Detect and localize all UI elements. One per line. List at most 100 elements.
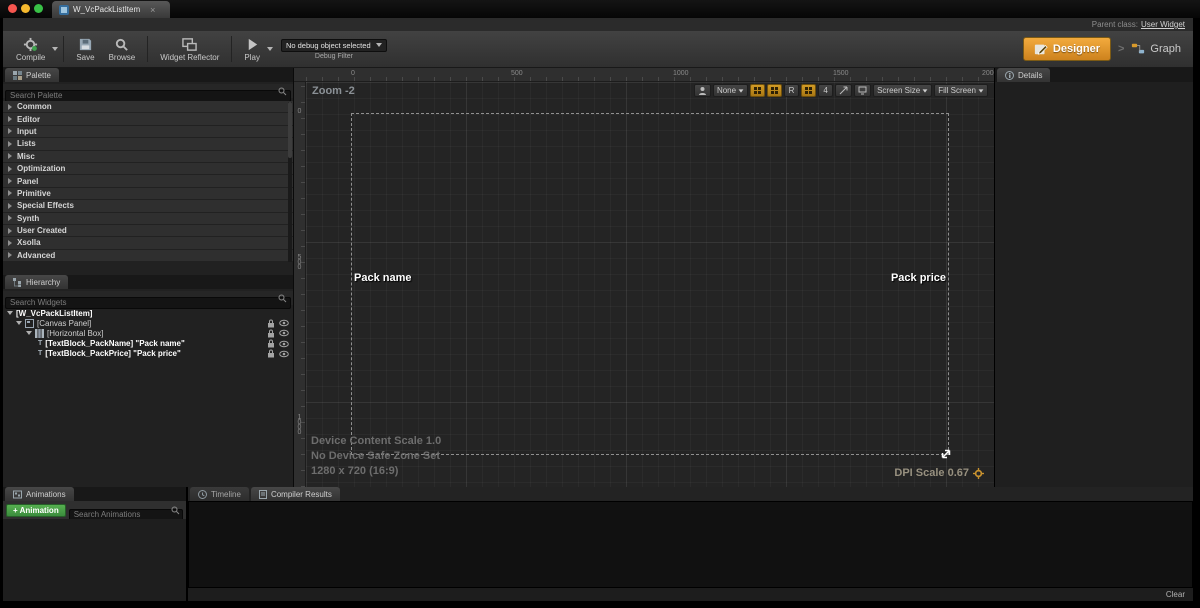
translation-snap-toggle[interactable] bbox=[750, 84, 765, 97]
grid-snap-toggle[interactable] bbox=[801, 84, 816, 97]
maximize-window-button[interactable] bbox=[34, 4, 43, 13]
collapse-arrow-icon[interactable] bbox=[16, 321, 22, 325]
palette-category-advanced[interactable]: Advanced bbox=[3, 250, 293, 262]
transform-mode-button[interactable] bbox=[835, 84, 852, 97]
rotation-snap-button[interactable]: R bbox=[784, 84, 799, 97]
clear-log-button[interactable]: Clear bbox=[1166, 590, 1185, 599]
expand-arrow-icon[interactable] bbox=[8, 203, 12, 209]
play-options-dropdown-icon[interactable] bbox=[267, 47, 273, 51]
hierarchy-item-root[interactable]: [W_VcPackListItem] bbox=[3, 308, 293, 318]
palette-tab-label: Palette bbox=[26, 71, 51, 80]
graph-nodes-icon bbox=[1131, 42, 1145, 56]
graph-mode-button[interactable]: Graph bbox=[1131, 42, 1181, 56]
window-titlebar: W_VcPackListItem × bbox=[0, 0, 1200, 18]
expand-arrow-icon[interactable] bbox=[8, 215, 12, 221]
editor-mode-switcher: Designer > Graph bbox=[1023, 37, 1187, 61]
tab-timeline[interactable]: Timeline bbox=[190, 487, 249, 501]
minimize-window-button[interactable] bbox=[21, 4, 30, 13]
eye-icon[interactable] bbox=[279, 319, 289, 327]
localization-preview-button[interactable] bbox=[694, 84, 711, 97]
collapse-arrow-icon[interactable] bbox=[26, 331, 32, 335]
tab-hierarchy[interactable]: Hierarchy bbox=[5, 275, 68, 289]
tab-details[interactable]: Details bbox=[997, 68, 1050, 82]
palette-category-user-created[interactable]: User Created bbox=[3, 225, 293, 237]
browse-button[interactable]: Browse bbox=[102, 32, 143, 66]
expand-arrow-icon[interactable] bbox=[8, 116, 12, 122]
scrollbar-thumb[interactable] bbox=[288, 102, 292, 158]
palette-search-input[interactable] bbox=[5, 90, 291, 102]
expand-arrow-icon[interactable] bbox=[8, 141, 12, 147]
debug-object-dropdown[interactable]: No debug object selected bbox=[281, 39, 387, 52]
hierarchy-item-textblock-packprice[interactable]: T [TextBlock_PackPrice] "Pack price" bbox=[3, 349, 293, 359]
expand-arrow-icon[interactable] bbox=[8, 178, 12, 184]
pack-name-textblock[interactable]: Pack name bbox=[354, 272, 411, 284]
eye-icon[interactable] bbox=[279, 340, 289, 348]
preview-monitor-button[interactable] bbox=[854, 84, 871, 97]
palette-category-synth[interactable]: Synth bbox=[3, 213, 293, 225]
palette-category-optimization[interactable]: Optimization bbox=[3, 163, 293, 175]
compiler-results-log[interactable] bbox=[188, 501, 1193, 588]
ruler-label: 1500 bbox=[833, 70, 849, 77]
fill-screen-dropdown[interactable]: Fill Screen bbox=[934, 84, 988, 97]
hierarchy-item-horizontal-box[interactable]: [Horizontal Box] bbox=[3, 328, 293, 338]
resize-handle-icon[interactable] bbox=[939, 447, 953, 461]
tab-palette[interactable]: Palette bbox=[5, 68, 59, 82]
play-button[interactable]: Play bbox=[237, 32, 267, 66]
expand-arrow-icon[interactable] bbox=[8, 104, 12, 110]
tab-animations[interactable]: Animations bbox=[5, 487, 74, 501]
palette-category-primitive[interactable]: Primitive bbox=[3, 188, 293, 200]
hierarchy-search-input[interactable] bbox=[5, 297, 291, 309]
expand-arrow-icon[interactable] bbox=[8, 252, 12, 258]
palette-category-special-effects[interactable]: Special Effects bbox=[3, 200, 293, 212]
hierarchy-item-label: [Horizontal Box] bbox=[47, 329, 103, 338]
palette-scrollbar[interactable] bbox=[288, 102, 292, 262]
lock-icon[interactable] bbox=[267, 319, 275, 328]
expand-arrow-icon[interactable] bbox=[8, 128, 12, 134]
expand-arrow-icon[interactable] bbox=[8, 228, 12, 234]
grid-size-button[interactable]: 4 bbox=[818, 84, 833, 97]
palette-category-input[interactable]: Input bbox=[3, 126, 293, 138]
palette-category-xsolla[interactable]: Xsolla bbox=[3, 237, 293, 249]
collapse-arrow-icon[interactable] bbox=[7, 311, 13, 315]
widget-reflector-button[interactable]: Widget Reflector bbox=[153, 32, 226, 66]
compile-options-dropdown-icon[interactable] bbox=[52, 47, 58, 51]
eye-icon[interactable] bbox=[279, 350, 289, 358]
asset-tab-title: W_VcPackListItem bbox=[73, 5, 140, 14]
design-viewport[interactable]: Zoom -2 None R 4 bbox=[306, 82, 994, 487]
palette-category-editor[interactable]: Editor bbox=[3, 113, 293, 125]
surface-dropdown[interactable]: None bbox=[713, 84, 748, 97]
screen-size-dropdown[interactable]: Screen Size bbox=[873, 84, 932, 97]
category-label: Lists bbox=[17, 139, 36, 148]
asset-tab[interactable]: W_VcPackListItem × bbox=[52, 1, 170, 18]
expand-arrow-icon[interactable] bbox=[8, 166, 12, 172]
lock-icon[interactable] bbox=[267, 329, 275, 338]
widget-design-surface[interactable]: Pack name Pack price bbox=[351, 113, 949, 455]
hierarchy-item-textblock-packname[interactable]: T [TextBlock_PackName] "Pack name" bbox=[3, 339, 293, 349]
parent-class-link[interactable]: User Widget bbox=[1141, 20, 1185, 29]
expand-arrow-icon[interactable] bbox=[8, 153, 12, 159]
lock-icon[interactable] bbox=[267, 349, 275, 358]
designer-mode-button[interactable]: Designer bbox=[1023, 37, 1111, 61]
lock-icon[interactable] bbox=[267, 339, 275, 348]
pack-price-textblock[interactable]: Pack price bbox=[891, 272, 946, 284]
expand-arrow-icon[interactable] bbox=[8, 190, 12, 196]
tab-compiler-results[interactable]: Compiler Results bbox=[251, 487, 340, 501]
caret-down-icon bbox=[923, 89, 928, 92]
palette-category-panel[interactable]: Panel bbox=[3, 175, 293, 187]
eye-icon[interactable] bbox=[279, 329, 289, 337]
dpi-settings-gear-icon[interactable] bbox=[973, 468, 984, 479]
snap-value-toggle[interactable] bbox=[767, 84, 782, 97]
close-window-button[interactable] bbox=[8, 4, 17, 13]
hierarchy-item-canvas-panel[interactable]: [Canvas Panel] bbox=[3, 318, 293, 328]
palette-category-lists[interactable]: Lists bbox=[3, 138, 293, 150]
palette-category-misc[interactable]: Misc bbox=[3, 151, 293, 163]
animations-list[interactable] bbox=[3, 519, 186, 601]
expand-arrow-icon[interactable] bbox=[8, 240, 12, 246]
animations-toolbar: + Animation bbox=[3, 501, 186, 519]
save-button[interactable]: Save bbox=[69, 32, 101, 66]
add-animation-button[interactable]: + Animation bbox=[6, 504, 66, 517]
compile-button[interactable]: Compile bbox=[9, 32, 52, 66]
hierarchy-search-row bbox=[3, 291, 293, 305]
tab-close-icon[interactable]: × bbox=[150, 6, 155, 14]
palette-category-common[interactable]: Common bbox=[3, 101, 293, 113]
